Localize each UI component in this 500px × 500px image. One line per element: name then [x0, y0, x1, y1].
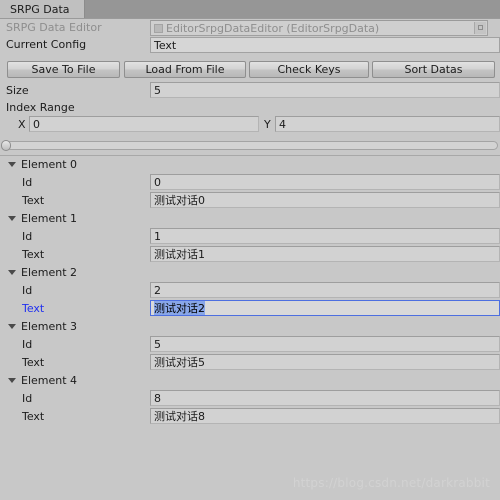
element-foldout[interactable]: Element 4 [0, 372, 500, 389]
chevron-down-icon[interactable] [8, 324, 16, 329]
chevron-down-icon[interactable] [8, 216, 16, 221]
load-from-file-label: Load From File [145, 63, 225, 76]
element-text-value: 测试对话2 [154, 301, 205, 315]
editor-object-label: SRPG Data Editor [6, 21, 102, 34]
element-text-value: 测试对话8 [154, 410, 205, 423]
element-text-value: 测试对话5 [154, 356, 205, 369]
element-id-field[interactable]: 1 [150, 228, 500, 244]
index-range-slider-track[interactable] [6, 141, 498, 150]
tab-label: SRPG Data [10, 2, 70, 16]
element-text-field[interactable]: 测试对话8 [150, 408, 500, 424]
element-id-field[interactable]: 5 [150, 336, 500, 352]
chevron-down-icon[interactable] [8, 162, 16, 167]
element-text-label: Text [22, 410, 45, 423]
element-id-label: Id [22, 176, 33, 189]
tab-srpg-data[interactable]: SRPG Data [0, 0, 85, 18]
check-keys-label: Check Keys [277, 63, 341, 76]
element-text-field[interactable]: 测试对话1 [150, 246, 500, 262]
chevron-down-icon[interactable] [8, 378, 16, 383]
index-range-y-label: Y [264, 118, 271, 131]
window-tabbar: SRPG Data [0, 0, 500, 19]
script-icon [154, 23, 163, 33]
element-text-label: Text [22, 248, 45, 261]
element-id-field[interactable]: 8 [150, 390, 500, 406]
element-id-label: Id [22, 338, 33, 351]
sort-datas-button[interactable]: Sort Datas [372, 61, 495, 78]
element-foldout-label: Element 3 [21, 320, 78, 333]
element-text-label: Text [22, 194, 45, 207]
index-range-y-field[interactable]: 4 [275, 116, 500, 132]
element-foldout-label: Element 0 [21, 158, 78, 171]
check-keys-button[interactable]: Check Keys [249, 61, 369, 78]
element-id-label: Id [22, 392, 33, 405]
element-text-field[interactable]: 测试对话5 [150, 354, 500, 370]
sort-datas-label: Sort Datas [404, 63, 463, 76]
editor-object-value: EditorSrpgDataEditor (EditorSrpgData) [166, 21, 380, 35]
element-id-label: Id [22, 230, 33, 243]
element-text-label: Text [22, 356, 45, 369]
current-config-label: Current Config [6, 38, 87, 51]
index-range-row: Index Range [0, 99, 500, 116]
element-text-label: Text [22, 302, 45, 315]
element-foldout[interactable]: Element 0 [0, 156, 500, 173]
element-text-field[interactable]: 测试对话0 [150, 192, 500, 208]
element-id-field[interactable]: 0 [150, 174, 500, 190]
element-text-field[interactable]: 测试对话2 [150, 300, 500, 316]
save-to-file-button[interactable]: Save To File [7, 61, 120, 78]
size-value: 5 [154, 83, 161, 97]
element-id-value: 2 [154, 283, 161, 297]
index-range-slider-thumb[interactable] [1, 140, 11, 151]
size-label: Size [6, 84, 29, 97]
unity-editor-window: SRPG Data SRPG Data Editor EditorSrpgDat… [0, 0, 500, 500]
element-id-value: 0 [154, 175, 161, 189]
element-foldout-label: Element 2 [21, 266, 78, 279]
element-id-label: Id [22, 284, 33, 297]
object-picker-icon[interactable] [474, 22, 486, 34]
size-field[interactable]: 5 [150, 82, 500, 98]
save-to-file-label: Save To File [31, 63, 96, 76]
element-foldout-label: Element 1 [21, 212, 78, 225]
load-from-file-button[interactable]: Load From File [124, 61, 246, 78]
index-range-label: Index Range [6, 101, 75, 114]
element-text-value: 测试对话0 [154, 194, 205, 207]
index-range-y-value: 4 [279, 117, 286, 131]
element-foldout[interactable]: Element 3 [0, 318, 500, 335]
current-config-field[interactable]: Text [150, 37, 500, 53]
element-id-value: 5 [154, 337, 161, 351]
element-text-value: 测试对话1 [154, 248, 205, 261]
element-id-value: 8 [154, 391, 161, 405]
element-foldout[interactable]: Element 1 [0, 210, 500, 227]
chevron-down-icon[interactable] [8, 270, 16, 275]
element-foldout-label: Element 4 [21, 374, 78, 387]
element-id-value: 1 [154, 229, 161, 243]
editor-object-field[interactable]: EditorSrpgDataEditor (EditorSrpgData) [150, 20, 488, 36]
element-foldout[interactable]: Element 2 [0, 264, 500, 281]
element-id-field[interactable]: 2 [150, 282, 500, 298]
watermark: https://blog.csdn.net/darkrabbit [292, 476, 490, 490]
current-config-value: Text [154, 38, 177, 52]
